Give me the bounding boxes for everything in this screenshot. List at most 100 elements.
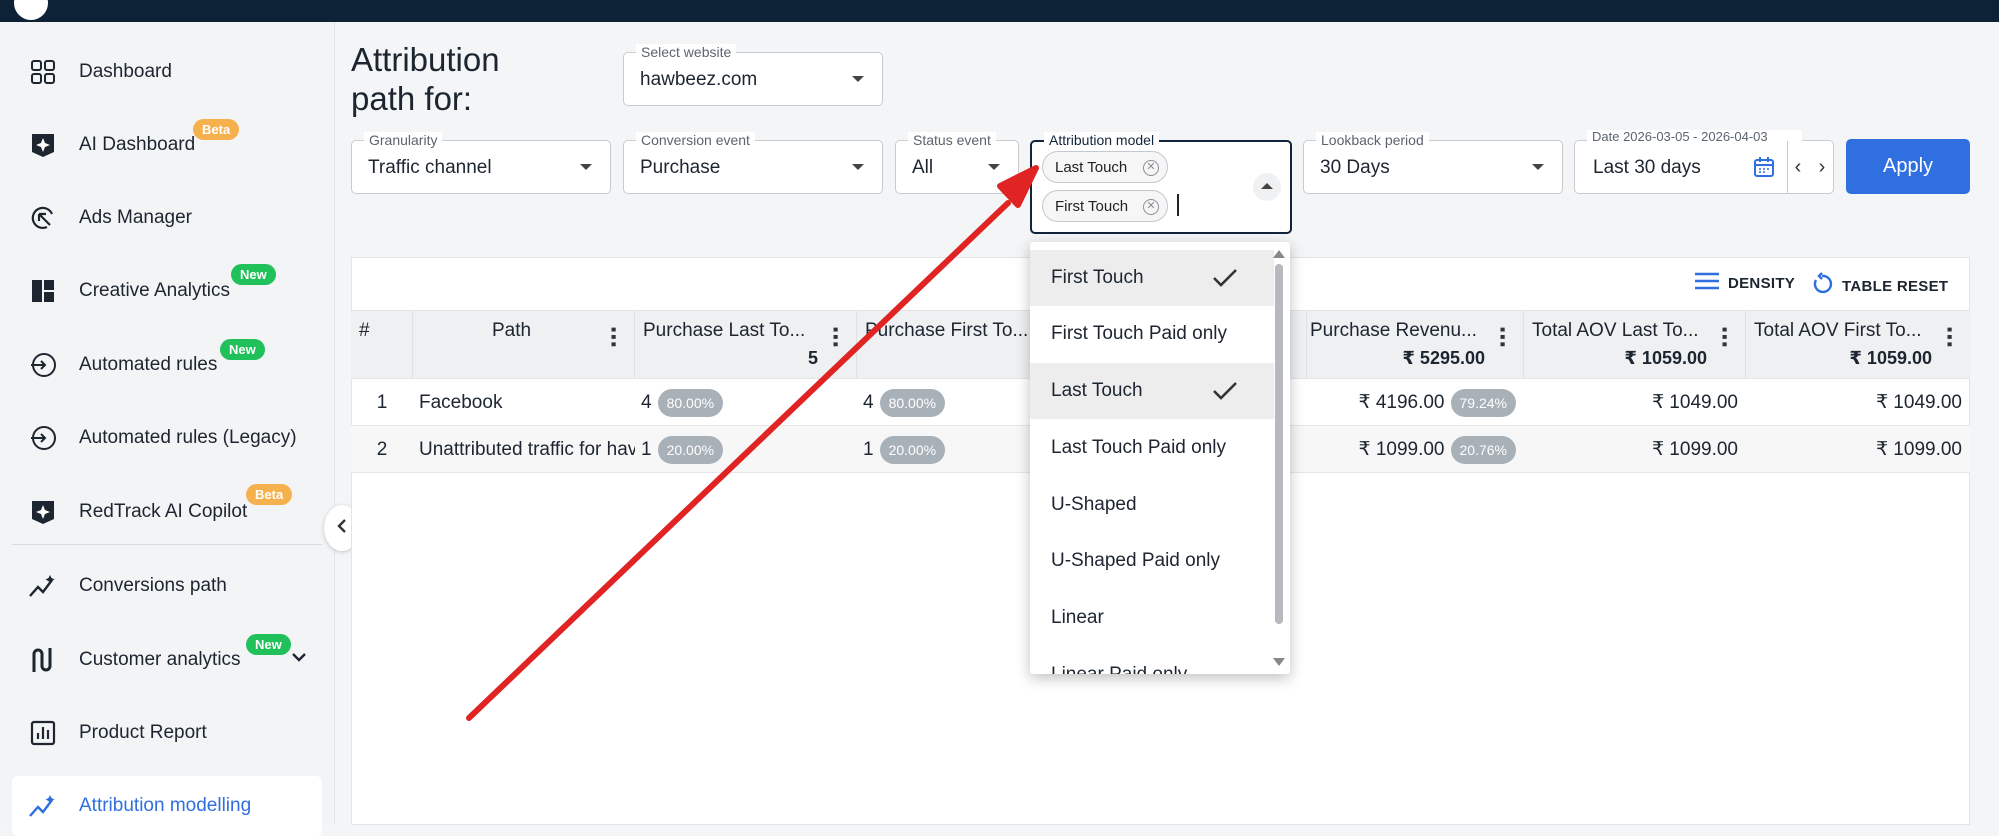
- field-label: Date 2026-03-05 - 2026-04-03: [1587, 130, 1802, 143]
- chip-remove-icon[interactable]: ✕: [1143, 199, 1159, 215]
- row-last-touch: 4 80.00%: [641, 379, 857, 426]
- sidebar-item-ai-dashboard[interactable]: AI Dashboard Beta: [12, 115, 322, 175]
- app-logo[interactable]: [14, 0, 48, 20]
- cell-value: 1: [863, 438, 874, 460]
- chevron-down-icon[interactable]: [291, 650, 307, 668]
- menu-option-linear[interactable]: Linear: [1030, 590, 1274, 646]
- cell-value: 4: [863, 391, 874, 413]
- date-prev-button[interactable]: ‹: [1786, 140, 1810, 194]
- row-revenue: ₹ 4196.00 79.24%: [1302, 379, 1524, 426]
- trend-spark-icon: [28, 571, 58, 601]
- option-label: Last Touch: [1051, 380, 1143, 401]
- sidebar-item-label: Product Report: [79, 722, 207, 743]
- chip-remove-icon[interactable]: ✕: [1143, 160, 1159, 176]
- sidebar-item-attribution-modelling[interactable]: Attribution modelling: [12, 776, 322, 836]
- funnel-path-icon: [28, 645, 58, 675]
- top-bar: [0, 0, 1999, 22]
- field-value: 30 Days: [1320, 157, 1390, 178]
- lookback-period-select[interactable]: Lookback period 30 Days: [1303, 132, 1563, 194]
- menu-option-first-touch[interactable]: First Touch: [1030, 250, 1274, 306]
- conversion-event-select[interactable]: Conversion event Purchase: [623, 132, 883, 194]
- reset-label: TABLE RESET: [1842, 277, 1949, 295]
- column-header-purchase-last-touch[interactable]: Purchase Last To... 5 ⋯: [635, 310, 857, 379]
- sidebar-item-conversions-path[interactable]: Conversions path: [12, 556, 322, 616]
- menu-option-last-touch-paid[interactable]: Last Touch Paid only: [1030, 420, 1274, 476]
- column-title: Purchase First To...: [865, 320, 1029, 341]
- sidebar-item-customer-analytics[interactable]: Customer analytics New: [12, 630, 322, 690]
- sidebar-item-label: Automated rules: [79, 354, 218, 375]
- scroll-up-icon[interactable]: [1273, 250, 1285, 258]
- row-index: 1: [376, 391, 388, 413]
- column-title: Total AOV First To...: [1754, 320, 1922, 341]
- caret-up-icon[interactable]: [1253, 173, 1281, 201]
- attribution-model-menu: First Touch First Touch Paid only Last T…: [1030, 242, 1290, 674]
- density-button[interactable]: DENSITY: [1694, 272, 1795, 294]
- scrollbar-thumb[interactable]: [1275, 264, 1283, 624]
- date-next-button[interactable]: ›: [1810, 140, 1834, 194]
- bar-report-icon: [28, 718, 58, 748]
- page-title: Attribution path for:: [351, 41, 500, 117]
- density-label: DENSITY: [1728, 274, 1796, 292]
- ai-spark-icon: [28, 130, 58, 160]
- sidebar-item-label: AI Dashboard: [79, 134, 196, 155]
- column-menu-icon[interactable]: ⋯: [601, 326, 626, 348]
- row-first-touch: 1 20.00%: [863, 426, 1033, 473]
- sidebar-item-dashboard[interactable]: Dashboard: [12, 42, 322, 102]
- apply-button[interactable]: Apply: [1846, 139, 1970, 194]
- sidebar-item-product-report[interactable]: Product Report: [12, 703, 322, 763]
- trend-spark-icon: [28, 791, 58, 821]
- grid-icon: [28, 57, 58, 87]
- new-badge: New: [220, 339, 265, 360]
- website-select[interactable]: Select website hawbeez.com: [623, 44, 883, 106]
- sidebar-item-creative-analytics[interactable]: Creative Analytics New: [12, 261, 322, 321]
- column-header-index[interactable]: #: [351, 310, 413, 379]
- menu-option-u-shaped[interactable]: U-Shaped: [1030, 477, 1274, 533]
- percent-badge: 80.00%: [657, 388, 724, 417]
- field-label: Status event: [908, 132, 996, 148]
- chip-label: First Touch: [1055, 198, 1129, 215]
- column-menu-icon[interactable]: ⋯: [823, 326, 848, 348]
- cursor-click-icon: [28, 203, 58, 233]
- percent-badge: 79.24%: [1450, 388, 1516, 417]
- percent-badge: 20.00%: [657, 435, 724, 464]
- option-label: First Touch Paid only: [1051, 323, 1228, 344]
- sidebar-item-automated-rules-legacy[interactable]: Automated rules (Legacy): [12, 408, 322, 468]
- column-title: #: [359, 320, 370, 341]
- column-header-purchase-revenue[interactable]: Purchase Revenu... ₹ 5295.00 ⋯: [1302, 310, 1524, 379]
- chevron-left-icon: ‹: [1794, 155, 1802, 178]
- column-title: Path: [491, 320, 532, 341]
- status-event-select[interactable]: Status event All: [895, 132, 1019, 194]
- table-reset-button[interactable]: TABLE RESET: [1812, 272, 1948, 300]
- column-header-total-aov-last-touch[interactable]: Total AOV Last To... ₹ 1059.00 ⋯: [1524, 310, 1746, 379]
- granularity-select[interactable]: Granularity Traffic channel: [351, 132, 611, 194]
- column-menu-icon[interactable]: ⋯: [1712, 326, 1737, 348]
- field-value: Last 30 days: [1593, 157, 1701, 178]
- sidebar-item-ads-manager[interactable]: Ads Manager: [12, 188, 322, 248]
- chip-last-touch: Last Touch ✕: [1042, 151, 1168, 183]
- menu-option-last-touch[interactable]: Last Touch: [1030, 363, 1274, 419]
- sidebar-item-redtrack-ai-copilot[interactable]: RedTrack AI Copilot Beta: [12, 482, 322, 542]
- column-header-total-aov-first-touch[interactable]: Total AOV First To... ₹ 1059.00 ⋯: [1746, 310, 1970, 379]
- sidebar-item-label: Ads Manager: [79, 207, 193, 228]
- field-label: Granularity: [364, 132, 443, 148]
- row-aov-last: ₹ 1099.00: [1651, 439, 1738, 460]
- calendar-icon[interactable]: [1752, 155, 1776, 184]
- caret-down-icon: [580, 164, 592, 170]
- menu-option-first-touch-paid[interactable]: First Touch Paid only: [1030, 306, 1274, 362]
- sidebar-item-label: Customer analytics: [79, 649, 241, 670]
- column-total: 5: [807, 348, 818, 368]
- menu-scrollbar[interactable]: [1273, 250, 1285, 666]
- sidebar-item-automated-rules[interactable]: Automated rules New: [12, 335, 322, 395]
- menu-option-u-shaped-paid[interactable]: U-Shaped Paid only: [1030, 533, 1274, 589]
- scroll-down-icon[interactable]: [1273, 658, 1285, 666]
- text-cursor: [1177, 194, 1179, 216]
- row-last-touch: 1 20.00%: [641, 426, 857, 473]
- row-aov-first: ₹ 1049.00: [1875, 392, 1962, 413]
- column-menu-icon[interactable]: ⋯: [1937, 326, 1962, 348]
- column-menu-icon[interactable]: ⋯: [1490, 326, 1515, 348]
- field-value: Purchase: [640, 157, 721, 178]
- row-aov-last: ₹ 1049.00: [1651, 392, 1738, 413]
- column-header-path[interactable]: Path ⋯: [413, 310, 635, 379]
- percent-badge: 20.00%: [879, 435, 946, 464]
- menu-option-linear-paid[interactable]: Linear Paid only: [1030, 647, 1274, 674]
